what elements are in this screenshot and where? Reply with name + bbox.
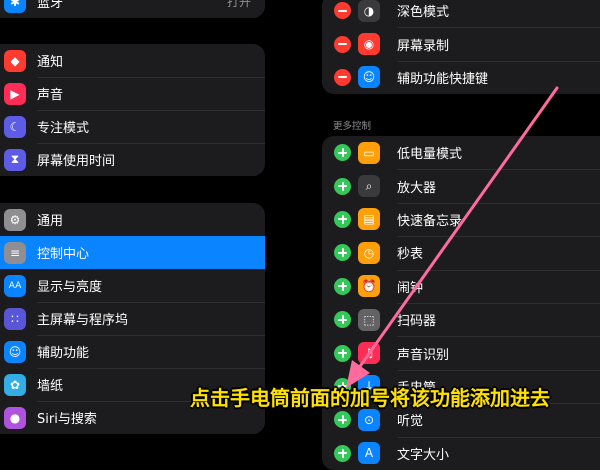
control-label: 快速备忘录 xyxy=(397,213,463,229)
add-control-button[interactable] xyxy=(334,444,351,462)
control-row-dark-mode: ◑ 深色模式 xyxy=(322,0,600,27)
control-row-quick-note: ▤ 快速备忘录 xyxy=(322,202,600,236)
sidebar-item-toggles[interactable]: ≡ 控制中心 xyxy=(0,236,265,269)
add-control-button[interactable] xyxy=(334,210,351,228)
text-size-control-icon: A xyxy=(358,442,380,465)
qr-scanner-icon: ⬚ xyxy=(358,308,380,331)
stopwatch-icon: ◷ xyxy=(358,241,380,264)
control-row-qr-scanner: ⬚ 扫码器 xyxy=(322,302,600,336)
sidebar-item-speaker[interactable]: ▶ 声音 xyxy=(0,77,265,110)
add-control-button[interactable] xyxy=(334,411,351,429)
sidebar-item-value: 打开 xyxy=(226,0,251,9)
control-label: 文字大小 xyxy=(397,447,450,463)
control-label: 屏幕录制 xyxy=(397,38,450,54)
quick-note-icon: ▤ xyxy=(358,208,380,231)
sidebar-item-label: 蓝牙 xyxy=(37,0,64,11)
screen-record-icon: ◉ xyxy=(358,33,380,56)
sidebar-item-label: 通用 xyxy=(37,214,64,229)
accessibility-shortcut-icon: ☺ xyxy=(358,66,380,89)
control-label: 闹钟 xyxy=(397,280,424,296)
magnifier-icon: ⌕ xyxy=(358,175,380,198)
siri-icon: ● xyxy=(4,406,26,429)
control-row-text-size-control: A 文字大小 xyxy=(322,436,600,470)
sidebar-item-label: 主屏幕与程序坞 xyxy=(37,313,129,328)
add-control-button[interactable] xyxy=(334,311,351,329)
remove-control-button[interactable] xyxy=(334,2,351,20)
ear-icon: ⊙ xyxy=(358,408,380,431)
wallpaper-flower-icon: ✿ xyxy=(4,373,26,396)
add-control-button[interactable] xyxy=(334,344,351,362)
sidebar-item-notification-bell[interactable]: ◆ 通知 xyxy=(0,44,265,77)
add-control-button[interactable] xyxy=(334,244,351,262)
sidebar-item-label: 墙纸 xyxy=(37,379,64,394)
sound-recognition-icon: ♫ xyxy=(358,342,380,365)
hourglass-icon: ⧗ xyxy=(4,148,26,171)
control-row-magnifier: ⌕ 放大器 xyxy=(322,169,600,202)
control-label: 秒表 xyxy=(397,247,424,263)
sidebar-item-gear[interactable]: ⚙ 通用 xyxy=(0,203,265,236)
remove-control-button[interactable] xyxy=(334,68,351,86)
control-label: 辅助功能快捷键 xyxy=(397,71,489,87)
sidebar-group-top: ✱ 蓝牙 打开 xyxy=(0,0,265,18)
control-label: 放大器 xyxy=(397,180,437,196)
control-label: 听觉 xyxy=(397,414,424,430)
sidebar-item-label: 屏幕使用时间 xyxy=(37,154,116,169)
speaker-icon: ▶ xyxy=(4,82,26,105)
control-row-screen-record: ◉ 屏幕录制 xyxy=(322,27,600,60)
sidebar-item-label: 专注模式 xyxy=(37,121,90,136)
included-controls-list: ◑ 深色模式 ◉ 屏幕录制 ☺ 辅助功能快捷键 xyxy=(322,0,600,95)
home-grid-icon: ∷ xyxy=(4,307,26,330)
sidebar-item-label: 辅助功能 xyxy=(37,346,90,361)
add-control-button[interactable] xyxy=(334,177,351,195)
sidebar-item-accessibility[interactable]: ☺ 辅助功能 xyxy=(0,335,265,368)
control-row-stopwatch: ◷ 秒表 xyxy=(322,236,600,269)
accessibility-icon: ☺ xyxy=(4,340,26,363)
control-label: 低电量模式 xyxy=(397,147,463,163)
alarm-clock-icon: ⏰ xyxy=(358,275,380,298)
text-size-icon: AA xyxy=(4,274,26,297)
sidebar-item-label: 通知 xyxy=(37,55,64,70)
low-battery-icon: ▭ xyxy=(358,141,380,164)
control-row-accessibility-shortcut: ☺ 辅助功能快捷键 xyxy=(322,60,600,94)
control-label: 扫码器 xyxy=(397,314,437,330)
add-control-button[interactable] xyxy=(334,277,351,295)
sidebar-item-bluetooth[interactable]: ✱ 蓝牙 打开 xyxy=(0,0,265,18)
remove-control-button[interactable] xyxy=(334,35,351,53)
control-row-sound-recognition: ♫ 声音识别 xyxy=(322,336,600,369)
control-row-alarm-clock: ⏰ 闹钟 xyxy=(322,269,600,303)
more-controls-header: 更多控制 xyxy=(333,121,372,132)
sidebar-item-label: 声音 xyxy=(37,88,64,103)
control-row-low-battery: ▭ 低电量模式 xyxy=(322,136,600,169)
notification-bell-icon: ◆ xyxy=(4,49,26,72)
toggles-icon: ≡ xyxy=(4,241,26,264)
bluetooth-icon: ✱ xyxy=(4,0,26,13)
more-controls-list: ▭ 低电量模式 ⌕ 放大器 ▤ 快速备忘录 ◷ 秒表 ⏰ 闹钟 ⬚ 扫码器 ♫ 声音识别 ↓ 手电筒 ⊙ 听觉 A 文… xyxy=(322,136,600,470)
control-label: 声音识别 xyxy=(397,347,450,363)
control-label: 深色模式 xyxy=(397,5,450,21)
add-control-button[interactable] xyxy=(334,144,351,162)
sidebar-group-notifications: ◆ 通知 ▶ 声音 ☾ 专注模式 ⧗ 屏幕使用时间 xyxy=(0,44,265,176)
dark-mode-icon: ◑ xyxy=(358,0,380,22)
sidebar-item-moon[interactable]: ☾ 专注模式 xyxy=(0,110,265,143)
sidebar-item-label: Siri与搜索 xyxy=(37,412,97,427)
sidebar-item-home-grid[interactable]: ∷ 主屏幕与程序坞 xyxy=(0,302,265,335)
sidebar-item-hourglass[interactable]: ⧗ 屏幕使用时间 xyxy=(0,143,265,176)
moon-icon: ☾ xyxy=(4,115,26,138)
tutorial-caption: 点击手电筒前面的加号将该功能添加进去 xyxy=(190,386,550,410)
gear-icon: ⚙ xyxy=(4,208,26,231)
sidebar-item-label: 控制中心 xyxy=(37,247,90,262)
sidebar-item-text-size[interactable]: AA 显示与亮度 xyxy=(0,269,265,302)
sidebar-item-label: 显示与亮度 xyxy=(37,280,103,295)
